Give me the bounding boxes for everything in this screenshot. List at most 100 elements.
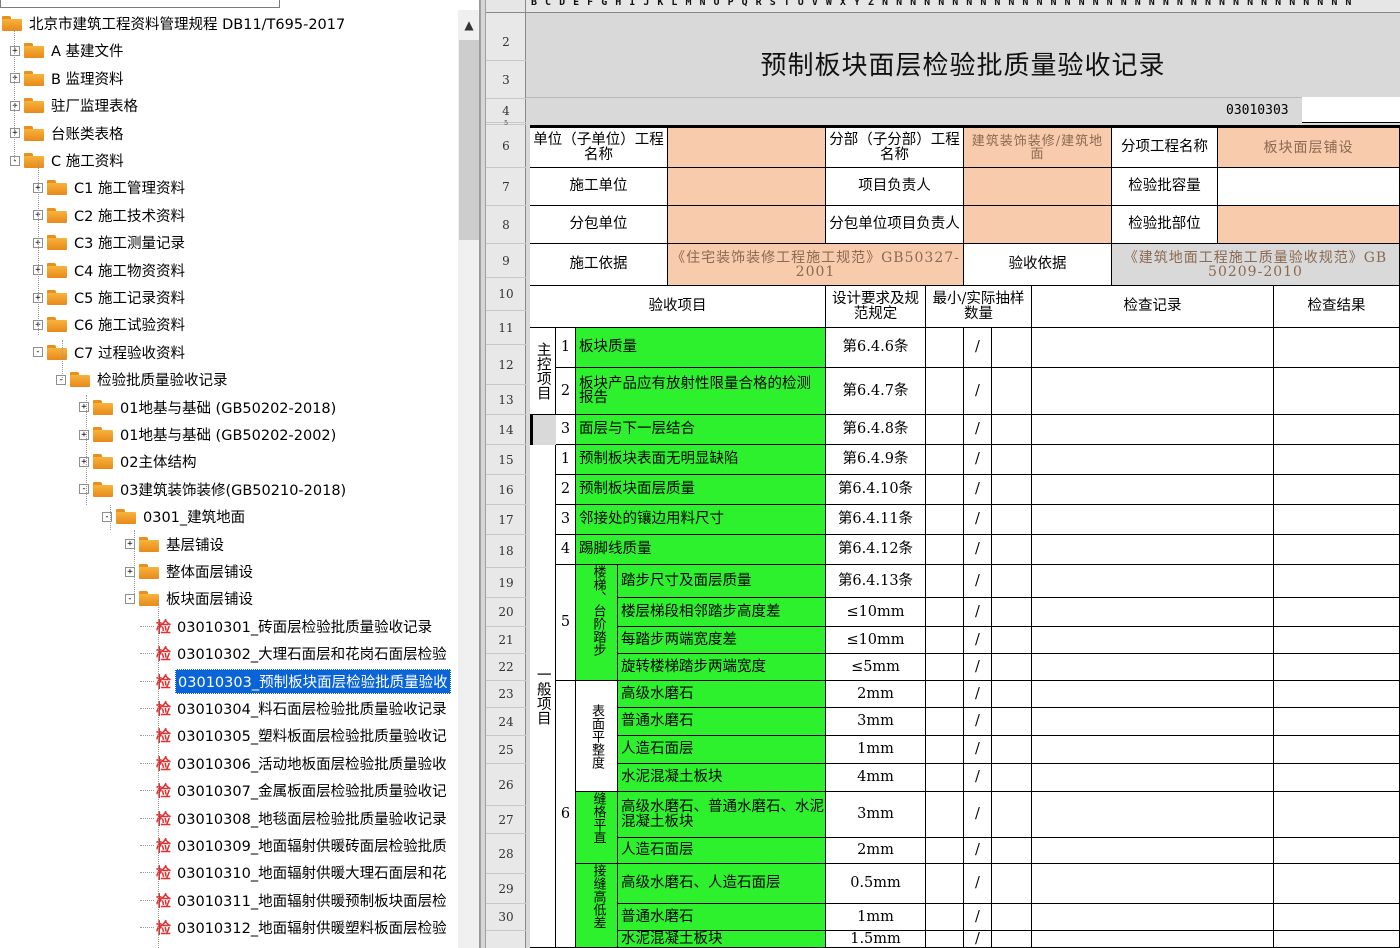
check-record-input[interactable] (1032, 565, 1274, 598)
expand-icon[interactable]: + (79, 429, 89, 440)
check-record-input[interactable] (1032, 368, 1274, 415)
actual-sample-input[interactable] (992, 904, 1032, 931)
check-result-input[interactable] (1274, 475, 1400, 505)
check-record-input[interactable] (1032, 681, 1274, 708)
min-sample-input[interactable] (926, 535, 964, 565)
unit-project-name-input[interactable] (668, 128, 826, 168)
form-code-input[interactable] (1302, 97, 1400, 123)
collapse-icon[interactable]: - (79, 484, 89, 495)
min-sample-input[interactable] (926, 838, 964, 864)
row-number[interactable]: 12 (486, 345, 526, 385)
tree-leaf-item[interactable]: 检 03010308_地毯面层检验批质量验收记录 (140, 805, 449, 832)
check-result-input[interactable] (1274, 904, 1400, 931)
contractor-input[interactable] (668, 168, 826, 206)
tree-folder-item[interactable]: + C4 施工物资资料 (33, 257, 187, 284)
row-number[interactable]: 7 (486, 168, 526, 206)
min-sample-input[interactable] (926, 736, 964, 764)
min-sample-input[interactable] (926, 931, 964, 948)
batch-location-input[interactable] (1218, 206, 1400, 244)
min-sample-input[interactable] (926, 598, 964, 627)
min-sample-input[interactable] (926, 764, 964, 792)
check-result-input[interactable] (1274, 736, 1400, 764)
tree-leaf-item[interactable]: 检 03010312_地面辐射供暖塑料板面层检验 (140, 914, 449, 941)
check-record-input[interactable] (1032, 792, 1274, 838)
min-sample-input[interactable] (926, 565, 964, 598)
check-result-input[interactable] (1274, 445, 1400, 475)
form-code[interactable]: 03010303 (1226, 97, 1302, 123)
min-sample-input[interactable] (926, 475, 964, 505)
check-record-input[interactable] (1032, 838, 1274, 864)
row-number[interactable]: 11 (486, 311, 526, 345)
tree-leaf-item[interactable]: 检 03010309_地面辐射供暖砖面层检验批质 (140, 832, 449, 859)
row-number[interactable]: 10 (486, 278, 526, 311)
scroll-thumb[interactable] (459, 40, 479, 240)
check-record-input[interactable] (1032, 445, 1274, 475)
min-sample-input[interactable] (926, 368, 964, 415)
tree-folder-item[interactable]: - C7 过程验收资料 (33, 339, 187, 366)
row-number[interactable]: 22 (486, 654, 526, 681)
tree-folder-item[interactable]: + 驻厂监理表格 (10, 92, 140, 119)
check-result-input[interactable] (1274, 838, 1400, 864)
tree-folder-item[interactable]: - C 施工资料 (10, 147, 126, 174)
actual-sample-input[interactable] (992, 931, 1032, 948)
row-number[interactable]: 16 (486, 475, 526, 505)
check-result-input[interactable] (1274, 328, 1400, 368)
row-number[interactable]: 27 (486, 806, 526, 834)
min-sample-input[interactable] (926, 627, 964, 654)
check-record-input[interactable] (1032, 708, 1274, 736)
actual-sample-input[interactable] (992, 328, 1032, 368)
tree-folder-item[interactable]: - 板块面层铺设 (125, 585, 255, 612)
check-result-input[interactable] (1274, 368, 1400, 415)
tree-folder-item[interactable]: + C1 施工管理资料 (33, 174, 187, 201)
collapse-icon[interactable]: - (33, 347, 43, 358)
scroll-up-icon[interactable]: ▲ (458, 18, 479, 38)
actual-sample-input[interactable] (992, 565, 1032, 598)
acceptance-basis-value[interactable]: 《建筑地面工程施工质量验收规范》GB 50209-2010 (1112, 244, 1400, 286)
actual-sample-input[interactable] (992, 627, 1032, 654)
min-sample-input[interactable] (926, 654, 964, 681)
tree-leaf-item[interactable]: 检 03010302_大理石面层和花岗石面层检验 (140, 640, 449, 667)
actual-sample-input[interactable] (992, 475, 1032, 505)
select-all-corner[interactable] (486, 0, 526, 12)
check-result-input[interactable] (1274, 505, 1400, 535)
check-result-input[interactable] (1274, 415, 1400, 445)
min-sample-input[interactable] (926, 708, 964, 736)
check-result-input[interactable] (1274, 535, 1400, 565)
row-number[interactable]: 29 (486, 874, 526, 904)
sub-item-value[interactable]: 板块面层铺设 (1218, 128, 1400, 168)
row-number[interactable]: 20 (486, 598, 526, 627)
tree-folder-item[interactable]: - 检验批质量验收记录 (56, 366, 230, 393)
tree-folder-item[interactable]: + 整体面层铺设 (125, 558, 255, 585)
tree-folder-item[interactable]: +01地基与基础 (GB50202-2002) (79, 421, 338, 448)
row-number[interactable]: 13 (486, 385, 526, 415)
check-result-input[interactable] (1274, 598, 1400, 627)
min-sample-input[interactable] (926, 328, 964, 368)
check-result-input[interactable] (1274, 681, 1400, 708)
tree-folder-item[interactable]: + A 基建文件 (10, 37, 126, 64)
actual-sample-input[interactable] (992, 598, 1032, 627)
check-result-input[interactable] (1274, 627, 1400, 654)
tree-root[interactable]: 北京市建筑工程资料管理规程 DB11/T695-2017 (2, 10, 347, 37)
actual-sample-input[interactable] (992, 764, 1032, 792)
check-result-input[interactable] (1274, 654, 1400, 681)
row-number[interactable]: 26 (486, 764, 526, 806)
row-number[interactable]: 25 (486, 736, 526, 764)
check-record-input[interactable] (1032, 535, 1274, 565)
row-number[interactable]: 17 (486, 505, 526, 535)
column-letters[interactable]: B C D E F G H I J K L M N O P Q R S T U … (531, 0, 1352, 10)
check-record-input[interactable] (1032, 654, 1274, 681)
tree-folder-item[interactable]: -0301_建筑地面 (102, 503, 247, 530)
check-record-input[interactable] (1032, 627, 1274, 654)
actual-sample-input[interactable] (992, 368, 1032, 415)
tree-leaf-item[interactable]: 检 03010301_砖面层检验批质量验收记录 (140, 613, 434, 640)
actual-sample-input[interactable] (992, 445, 1032, 475)
actual-sample-input[interactable] (992, 505, 1032, 535)
min-sample-input[interactable] (926, 505, 964, 535)
expand-icon[interactable]: + (79, 402, 89, 413)
tree-leaf-item[interactable]: 检 03010305_塑料板面层检验批质量验收记 (140, 722, 449, 749)
check-result-input[interactable] (1274, 931, 1400, 948)
expand-icon[interactable]: + (10, 100, 20, 111)
tree-search-box[interactable] (0, 0, 479, 10)
check-result-input[interactable] (1274, 792, 1400, 838)
row-number[interactable]: 8 (486, 206, 526, 244)
